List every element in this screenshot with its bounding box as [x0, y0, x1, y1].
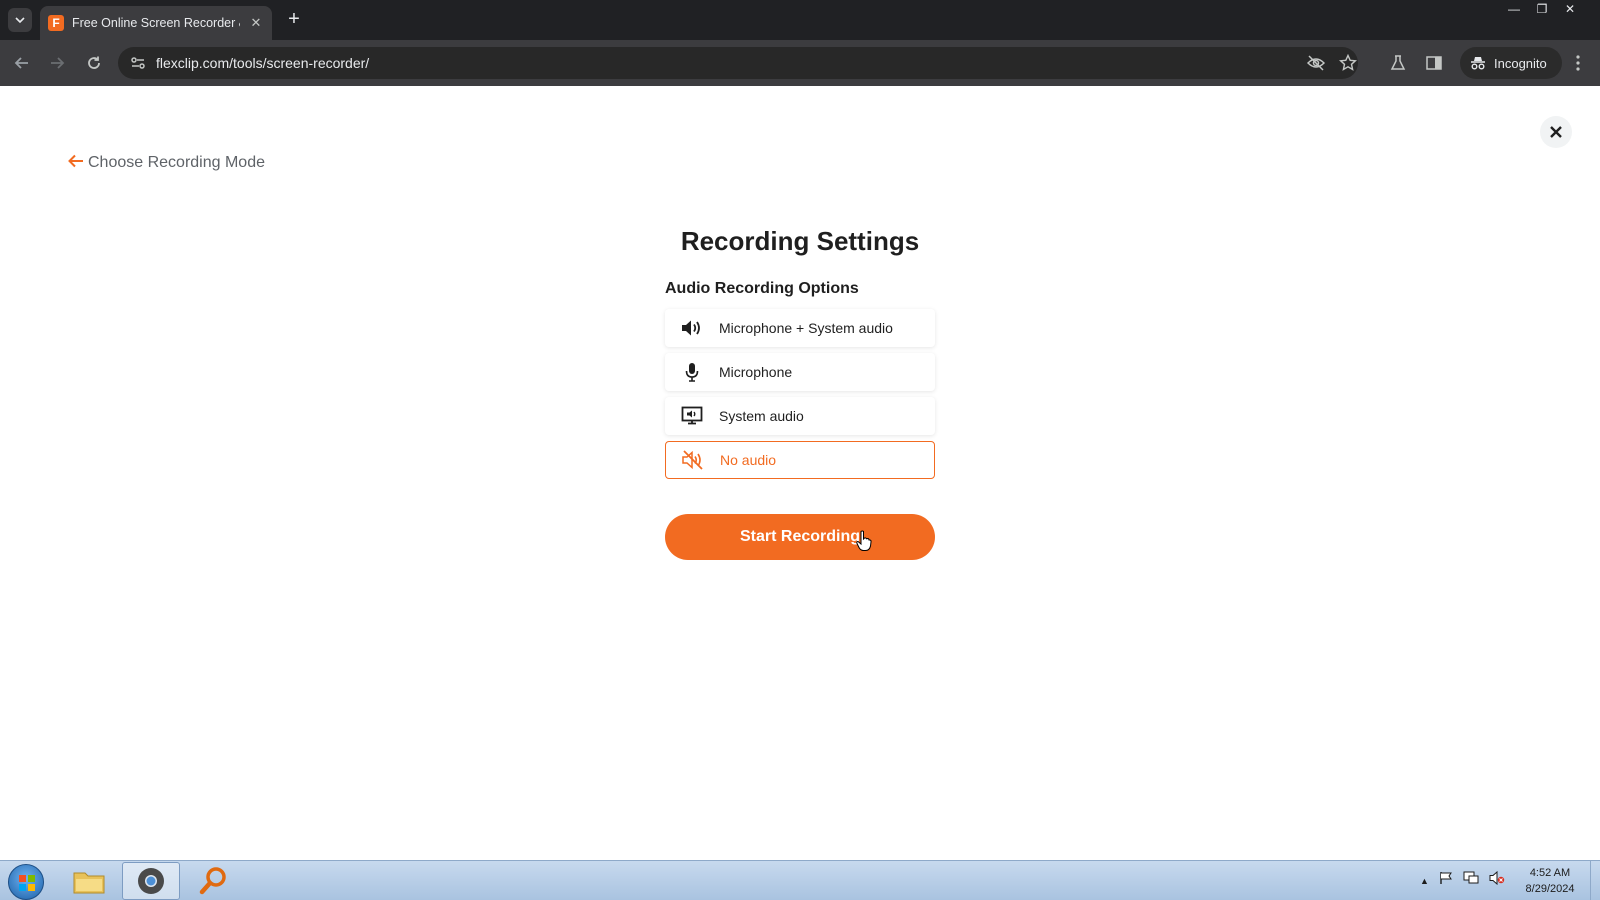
reload-button[interactable] — [82, 51, 106, 75]
labs-flask-icon[interactable] — [1386, 51, 1410, 75]
tray-expand-icon[interactable]: ▲ — [1420, 876, 1429, 886]
option-label: No audio — [720, 452, 777, 468]
tab-search-button[interactable] — [8, 8, 32, 32]
flexclip-favicon-icon: F — [48, 15, 64, 31]
back-button[interactable] — [10, 51, 34, 75]
show-desktop-button[interactable] — [1590, 861, 1600, 900]
arrow-left-icon — [14, 57, 28, 69]
incognito-label: Incognito — [1494, 55, 1547, 71]
tab-title: Free Online Screen Recorder & — [72, 16, 240, 30]
browser-toolbar: flexclip.com/tools/screen-recorder/ Inco… — [0, 40, 1600, 86]
incognito-icon — [1471, 57, 1485, 70]
option-microphone[interactable]: Microphone — [665, 353, 935, 391]
option-system-audio[interactable]: System audio — [665, 397, 935, 435]
muted-icon — [682, 449, 704, 471]
url-text: flexclip.com/tools/screen-recorder/ — [156, 55, 370, 71]
choose-recording-mode-link[interactable]: Choose Recording Mode — [68, 152, 265, 173]
arrow-right-icon — [51, 57, 65, 69]
window-close-icon[interactable]: ✕ — [1556, 0, 1584, 18]
system-tray: ▲ — [1420, 870, 1505, 890]
microphone-icon — [681, 361, 703, 383]
network-icon[interactable] — [1463, 871, 1479, 890]
taskbar: ▲ 4:52 AM 8/29/2024 — [0, 860, 1600, 900]
browser-menu-icon[interactable] — [1566, 51, 1590, 75]
search-magnifier-icon[interactable] — [184, 862, 242, 900]
bookmark-star-icon[interactable] — [1336, 51, 1360, 75]
minimize-icon[interactable]: — — [1500, 0, 1528, 18]
monitor-audio-icon — [681, 405, 703, 427]
option-no-audio[interactable]: No audio — [665, 441, 935, 479]
address-bar[interactable]: flexclip.com/tools/screen-recorder/ — [118, 47, 1358, 79]
option-label: Microphone + System audio — [719, 320, 893, 336]
close-icon — [1550, 126, 1562, 138]
new-tab-button[interactable]: + — [282, 8, 306, 32]
action-center-flag-icon[interactable] — [1439, 871, 1453, 890]
chevron-down-icon — [15, 17, 25, 24]
reload-icon — [88, 56, 100, 69]
side-panel-icon[interactable] — [1422, 51, 1446, 75]
start-recording-button[interactable]: Start Recording — [665, 514, 935, 560]
window-controls: — ❐ ✕ — [1500, 0, 1584, 20]
clock-date: 8/29/2024 — [1525, 883, 1575, 895]
windows-start-icon[interactable] — [8, 864, 44, 900]
eye-off-icon[interactable] — [1304, 51, 1328, 75]
option-label: System audio — [719, 408, 804, 424]
volume-muted-icon[interactable] — [1489, 870, 1505, 890]
back-link-label: Choose Recording Mode — [88, 153, 265, 171]
forward-button[interactable] — [45, 51, 69, 75]
incognito-badge[interactable]: Incognito — [1460, 47, 1562, 79]
close-button[interactable] — [1540, 116, 1572, 148]
speaker-icon — [681, 317, 703, 339]
tab-close-icon[interactable]: ✕ — [248, 15, 264, 31]
file-explorer-icon[interactable] — [60, 862, 118, 900]
option-microphone-system-audio[interactable]: Microphone + System audio — [665, 309, 935, 347]
restore-icon[interactable]: ❐ — [1528, 0, 1556, 18]
browser-tab-active[interactable]: F Free Online Screen Recorder & ✕ — [40, 6, 272, 40]
hand-pointer-icon — [856, 530, 872, 557]
site-info-icon[interactable] — [130, 55, 146, 71]
arrow-left-icon — [68, 152, 84, 173]
section-title: Audio Recording Options — [665, 280, 859, 297]
taskbar-clock[interactable]: 4:52 AM 8/29/2024 — [1520, 865, 1580, 897]
browser-tab-bar: F Free Online Screen Recorder & ✕ + — ❐ … — [0, 0, 1600, 40]
chrome-taskbar-icon[interactable] — [122, 862, 180, 900]
option-label: Microphone — [719, 364, 793, 380]
page-title: Recording Settings — [680, 226, 920, 256]
clock-time: 4:52 AM — [1529, 867, 1571, 879]
